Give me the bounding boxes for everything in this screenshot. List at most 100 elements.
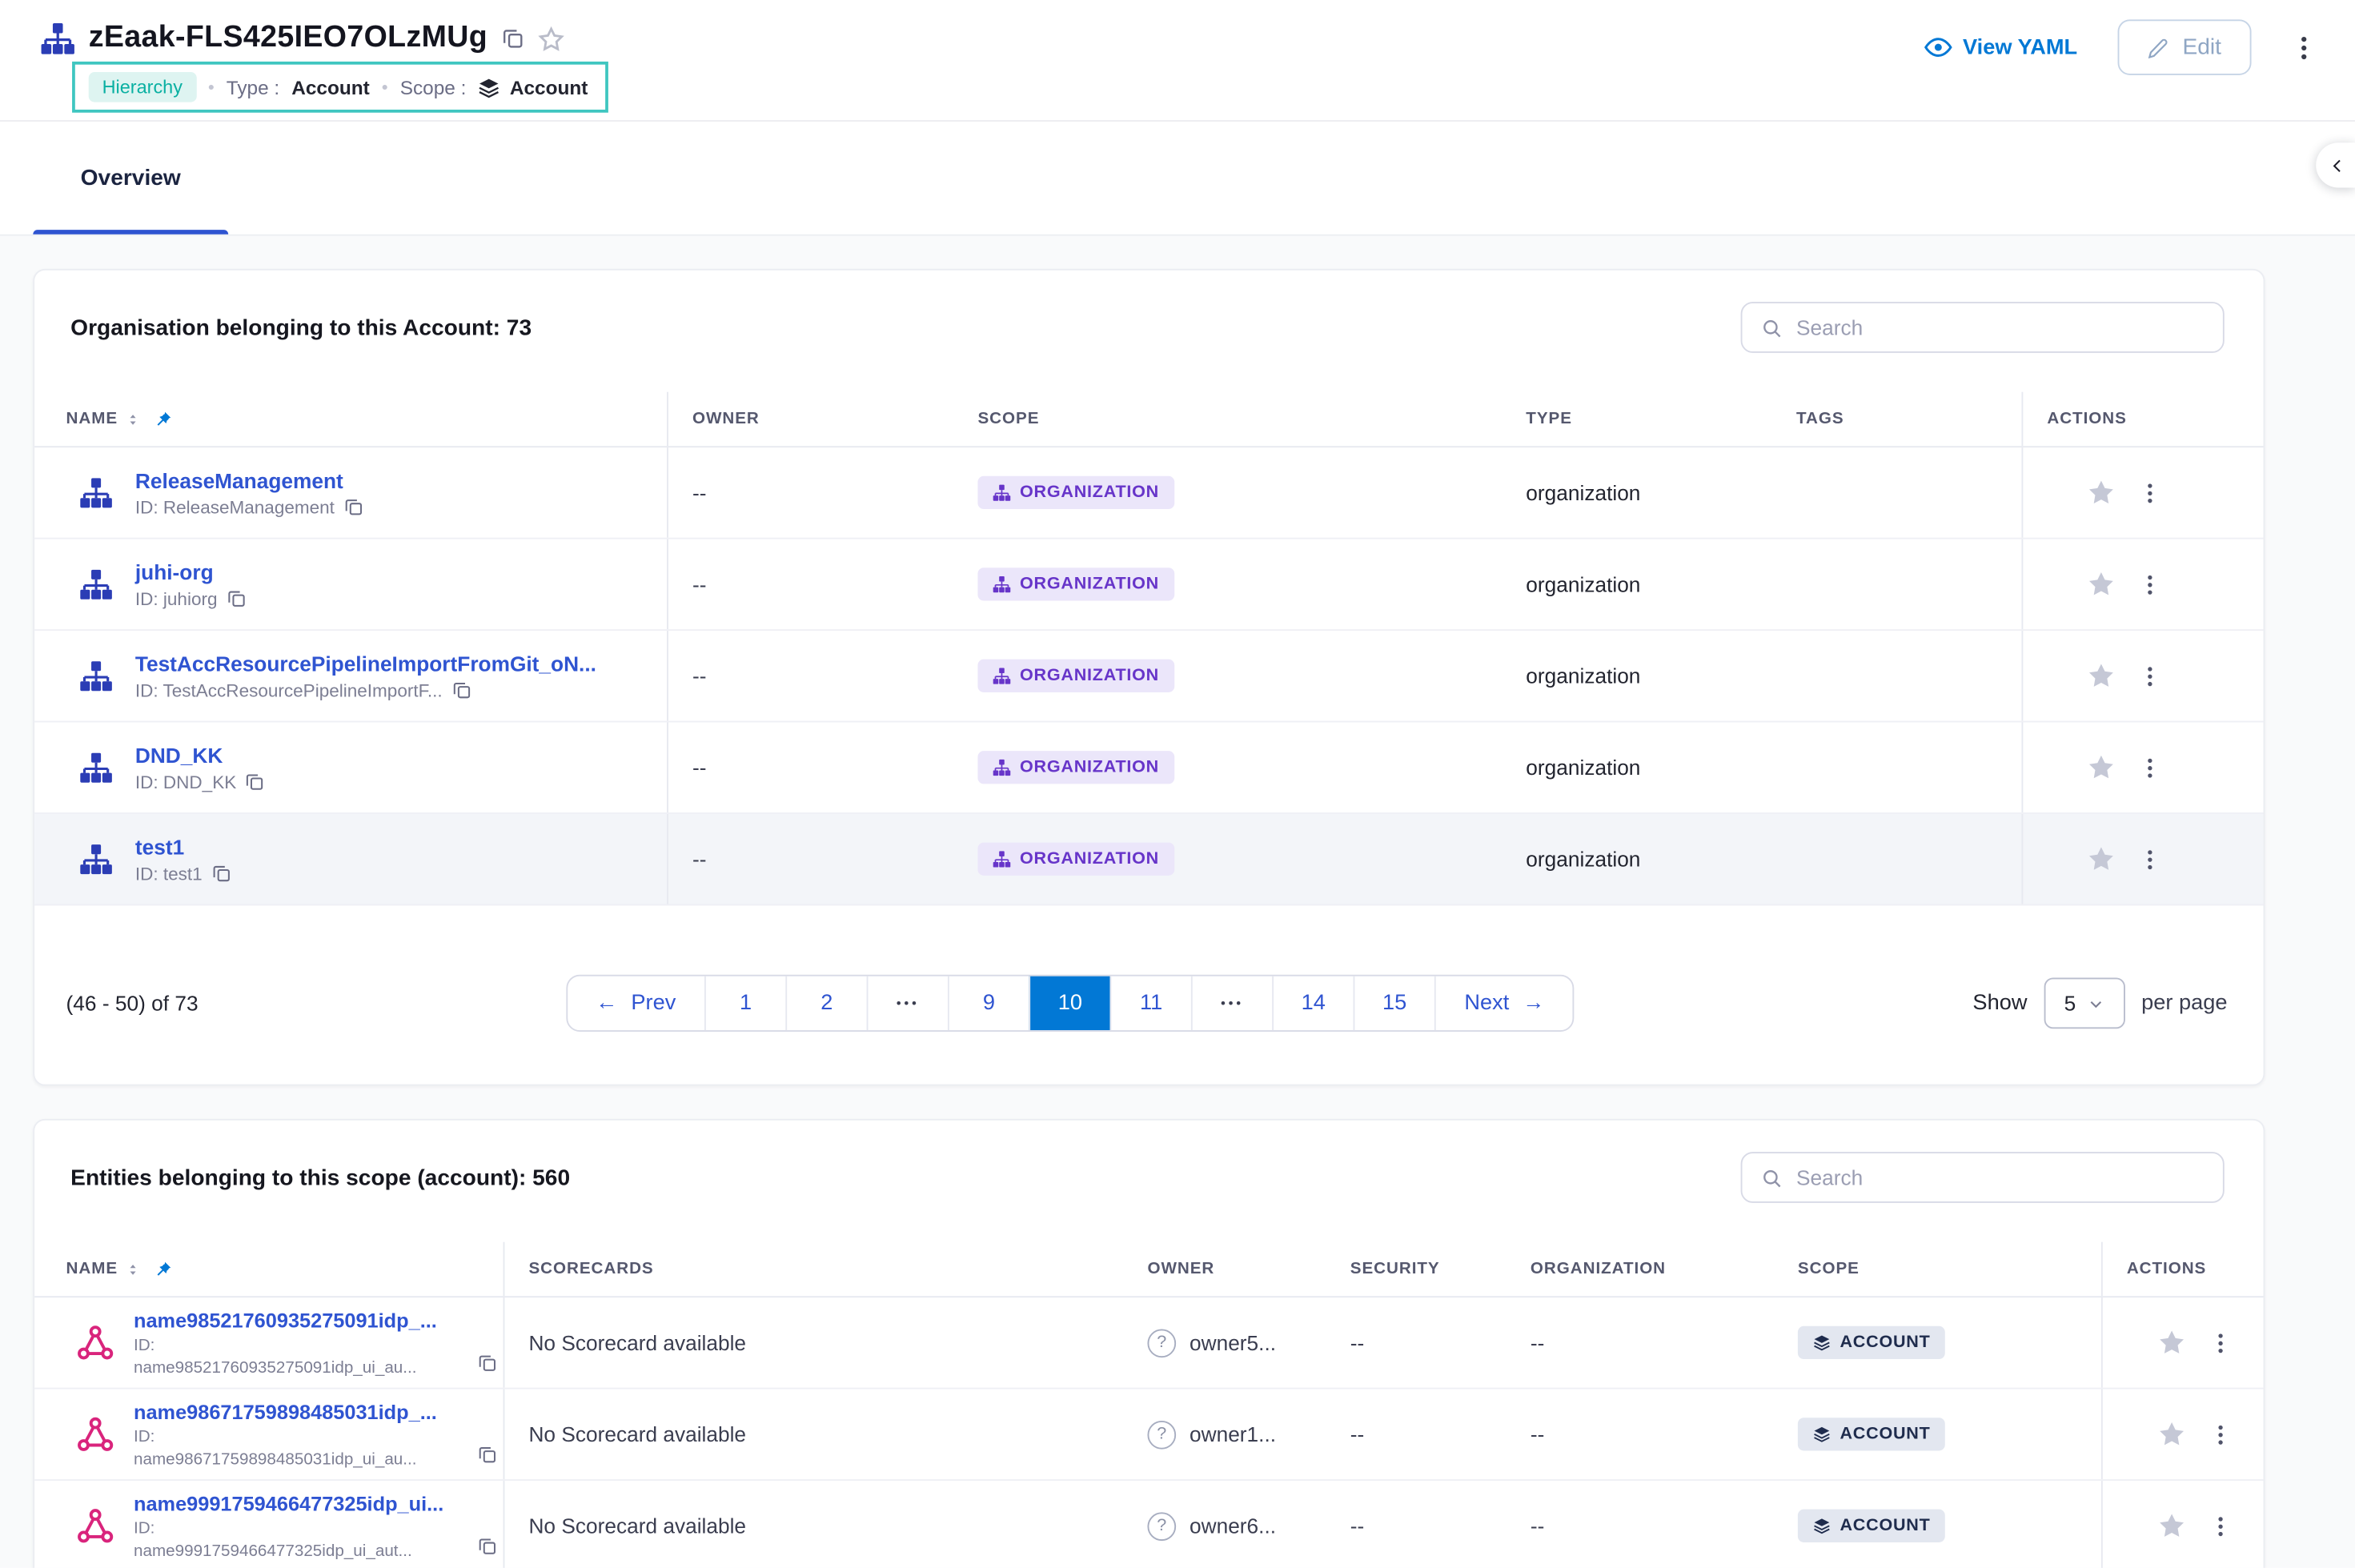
org-name-link[interactable]: ReleaseManagement <box>135 467 363 491</box>
pin-icon[interactable] <box>154 1259 173 1278</box>
favorite-star-icon[interactable] <box>2086 752 2116 783</box>
more-options-icon[interactable] <box>2208 1422 2233 1447</box>
entity-name-link[interactable]: name98521760935275091idp_... <box>134 1309 437 1332</box>
pagination-prev[interactable]: ← Prev <box>568 976 704 1031</box>
org-name-link[interactable]: DND_KK <box>135 743 265 767</box>
entity-name-link[interactable]: name9991759466477325idp_ui... <box>134 1493 443 1515</box>
table-row: TestAccResourcePipelineImportFromGit_oN.… <box>34 631 2263 722</box>
pagination-next[interactable]: Next → <box>1434 976 1573 1031</box>
arrow-right-icon: → <box>1523 991 1544 1015</box>
more-options-icon[interactable] <box>2137 571 2163 597</box>
org-search-input[interactable] <box>1796 315 2205 339</box>
pagination-page-current[interactable]: 10 <box>1029 976 1109 1031</box>
security-cell: -- <box>1326 1390 1506 1480</box>
org-id: ID: ReleaseManagement <box>135 496 335 517</box>
organization-icon <box>993 759 1011 777</box>
copy-icon[interactable] <box>478 1445 497 1464</box>
organization-cell: -- <box>1506 1481 1774 1568</box>
org-id: ID: juhiorg <box>135 588 218 609</box>
edit-button[interactable]: Edit <box>2118 19 2252 74</box>
table-row: test1 ID: test1 -- ORGANIZATION organiza… <box>34 814 2263 905</box>
more-options-icon[interactable] <box>2208 1513 2233 1538</box>
organization-icon <box>993 667 1011 685</box>
more-options-icon[interactable] <box>2208 1329 2233 1355</box>
column-scope: SCOPE <box>977 410 1039 428</box>
collapse-panel-button[interactable] <box>2316 142 2355 187</box>
view-yaml-label: View YAML <box>1963 35 2077 59</box>
app-root: zEaak-FLS425IEO7OLzMUg Hierarchy • Type … <box>0 0 2355 1568</box>
service-icon <box>77 1324 114 1361</box>
pagination-page[interactable]: 15 <box>1354 976 1434 1031</box>
favorite-star-icon[interactable] <box>2086 569 2116 600</box>
copy-icon[interactable] <box>501 27 524 50</box>
org-name-link[interactable]: test1 <box>135 834 231 858</box>
pagination: ← Prev 1 2 ••• 9 10 11 ••• 14 15 Next <box>566 975 1575 1032</box>
more-options-icon[interactable] <box>2137 479 2163 505</box>
copy-icon[interactable] <box>227 589 246 608</box>
favorite-star-icon[interactable] <box>2086 478 2116 508</box>
view-yaml-button[interactable]: View YAML <box>1924 33 2077 62</box>
copy-icon[interactable] <box>451 680 471 700</box>
more-options-icon[interactable] <box>2137 755 2163 780</box>
page-content: Organisation belonging to this Account: … <box>0 235 2355 1568</box>
organization-icon <box>79 660 112 692</box>
column-name: NAME <box>66 1260 118 1278</box>
copy-icon[interactable] <box>246 772 265 791</box>
dot-separator: • <box>382 77 388 98</box>
pagination-page[interactable]: 9 <box>948 976 1029 1031</box>
more-options-icon[interactable] <box>2289 32 2319 62</box>
owner-cell: -- <box>668 631 953 721</box>
pagination-page[interactable]: 1 <box>704 976 785 1031</box>
pagination-ellipsis[interactable]: ••• <box>867 976 948 1031</box>
favorite-star-icon[interactable] <box>537 25 564 52</box>
more-options-icon[interactable] <box>2137 846 2163 872</box>
unknown-owner-icon: ? <box>1147 1511 1176 1540</box>
column-actions: ACTIONS <box>2127 1260 2206 1278</box>
service-icon <box>77 1507 114 1545</box>
entity-id: ID: name9991759466477325idp_ui_aut... <box>134 1518 443 1562</box>
pagination-page[interactable]: 11 <box>1110 976 1191 1031</box>
layers-icon <box>1813 1426 1831 1444</box>
entities-search-box <box>1741 1152 2225 1203</box>
type-value: organization <box>1526 664 1640 688</box>
favorite-star-icon[interactable] <box>2156 1419 2187 1450</box>
favorite-star-icon[interactable] <box>2086 661 2116 692</box>
scope-badge: ACCOUNT <box>1798 1326 1945 1359</box>
copy-icon[interactable] <box>343 497 363 516</box>
per-page-select[interactable]: 5 <box>2044 977 2124 1029</box>
favorite-star-icon[interactable] <box>2156 1328 2187 1358</box>
copy-icon[interactable] <box>478 1536 497 1555</box>
arrow-left-icon: ← <box>596 991 617 1015</box>
per-page-label: per page <box>2141 991 2227 1015</box>
scope-value: Account <box>510 76 588 98</box>
active-tab-indicator <box>33 230 228 235</box>
entity-id: ID: name98521760935275091idp_ui_au... <box>134 1335 437 1378</box>
more-options-icon[interactable] <box>2137 663 2163 688</box>
org-name-link[interactable]: TestAccResourcePipelineImportFromGit_oN.… <box>135 651 596 675</box>
sort-icon[interactable] <box>126 411 140 427</box>
favorite-star-icon[interactable] <box>2156 1511 2187 1542</box>
org-id: ID: test1 <box>135 863 203 884</box>
owner-cell: -- <box>668 447 953 538</box>
scope-badge: ORGANIZATION <box>977 567 1173 600</box>
scope-badge: ORGANIZATION <box>977 751 1173 784</box>
pin-icon[interactable] <box>154 409 173 428</box>
copy-icon[interactable] <box>478 1353 497 1373</box>
org-table-header: NAME OWNER SCOPE TYPE TAGS ACTIONS <box>34 392 2263 447</box>
tab-overview[interactable]: Overview <box>33 122 228 235</box>
entity-name-link[interactable]: name98671759898485031idp_... <box>134 1402 437 1424</box>
copy-icon[interactable] <box>211 864 231 883</box>
pagination-page[interactable]: 14 <box>1272 976 1353 1031</box>
scope-label: Scope : <box>400 76 467 98</box>
org-name-link[interactable]: juhi-org <box>135 559 246 583</box>
column-security: SECURITY <box>1350 1260 1440 1278</box>
favorite-star-icon[interactable] <box>2086 844 2116 874</box>
pagination-page[interactable]: 2 <box>785 976 866 1031</box>
sort-icon[interactable] <box>126 1261 140 1277</box>
tags-cell <box>1772 447 2021 538</box>
type-label: Type : <box>227 76 279 98</box>
edit-label: Edit <box>2182 34 2221 60</box>
org-table: NAME OWNER SCOPE TYPE TAGS ACTIONS <box>34 392 2263 906</box>
entities-search-input[interactable] <box>1796 1165 2205 1189</box>
pagination-ellipsis[interactable]: ••• <box>1191 976 1272 1031</box>
